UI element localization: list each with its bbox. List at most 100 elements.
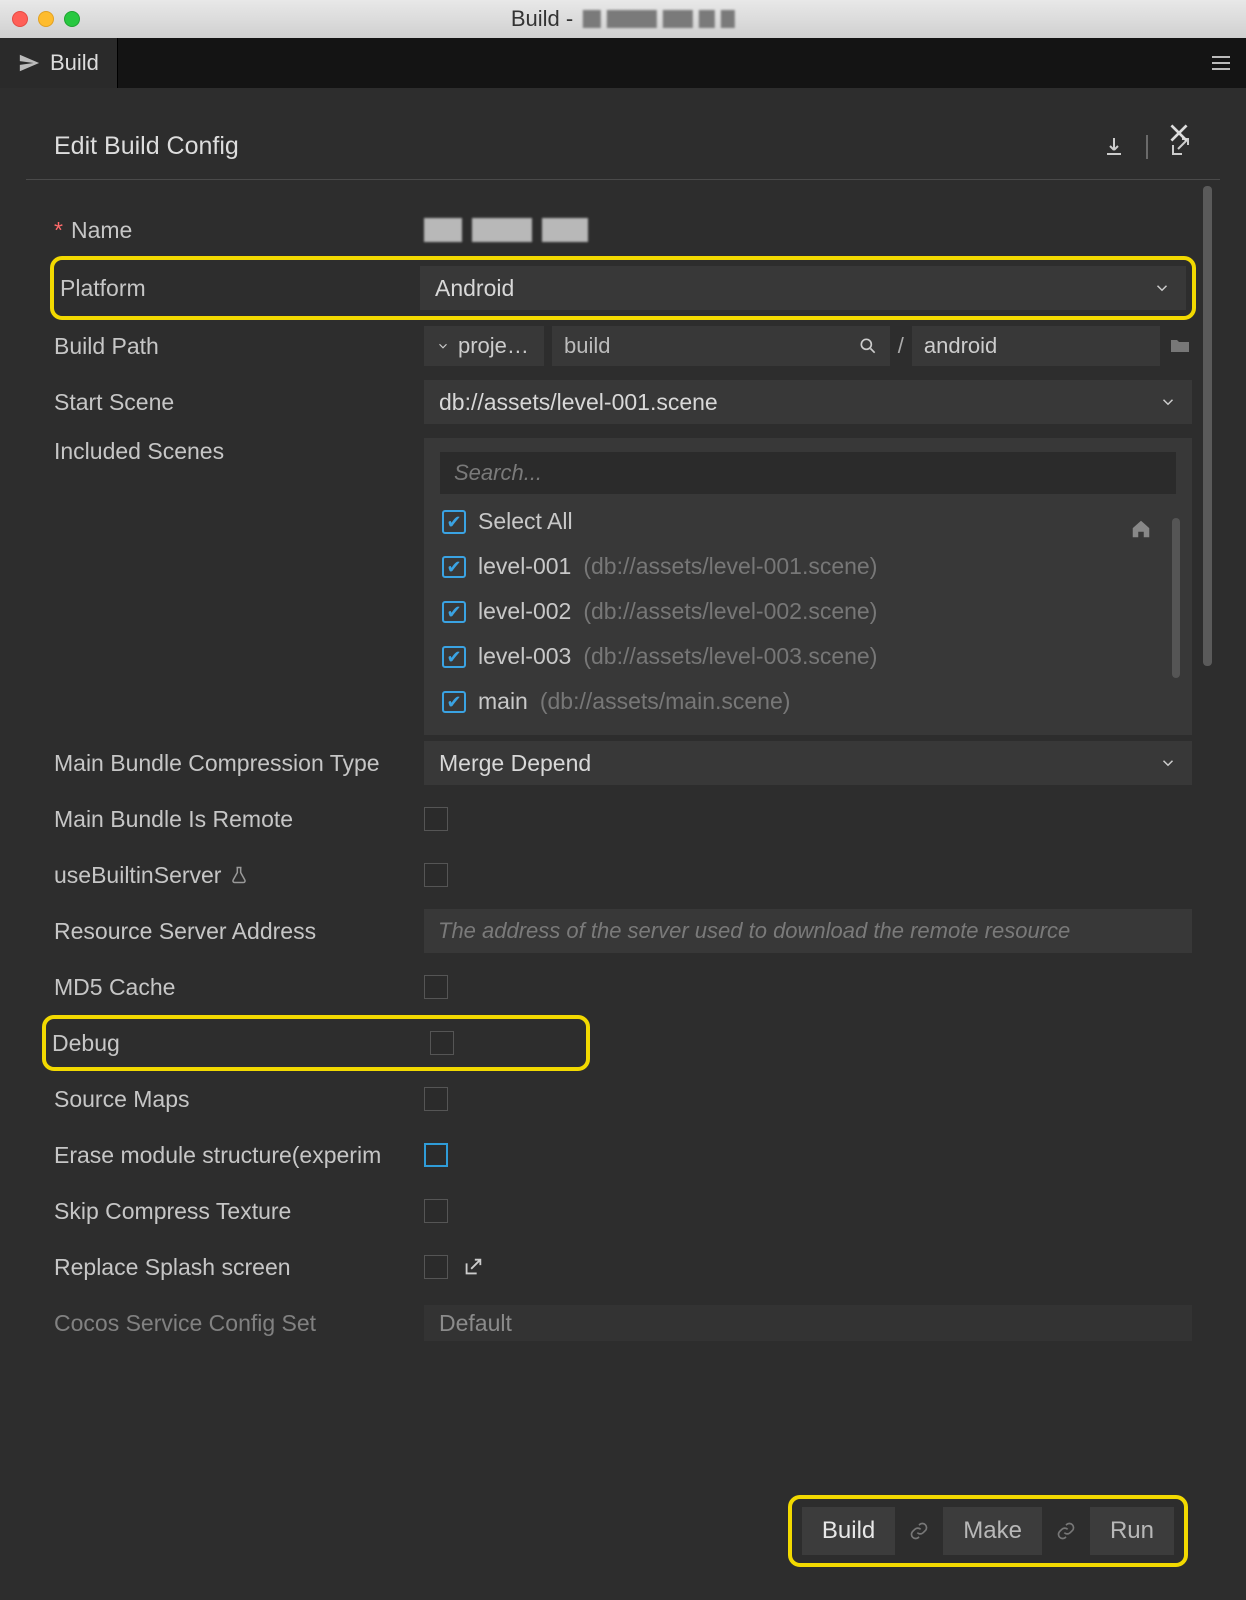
label-remote: Main Bundle Is Remote [54,806,424,833]
checkbox-skipcompress[interactable] [424,1199,448,1223]
start-scene-select[interactable]: db://assets/level-001.scene [424,380,1192,424]
row-erase: Erase module structure(experim [54,1127,1192,1183]
build-path-suffix[interactable]: android [912,326,1160,366]
resaddr-placeholder: The address of the server used to downlo… [438,918,1070,944]
compression-select[interactable]: Merge Depend [424,741,1192,785]
label-builtin-text: useBuiltinServer [54,862,221,889]
window-zoom-button[interactable] [64,11,80,27]
name-value [424,218,1192,242]
row-start-scene: Start Scene db://assets/level-001.scene [54,374,1192,430]
scene-item[interactable]: ✔ level-003 (db://assets/level-003.scene… [440,639,1176,674]
chevron-down-icon [1159,393,1177,411]
label-name: * Name [54,217,424,244]
scene-item[interactable]: ✔ level-002 (db://assets/level-002.scene… [440,594,1176,629]
row-platform-highlight: Platform Android [54,260,1192,316]
label-resaddr: Resource Server Address [54,918,424,945]
edit-splash-button[interactable] [462,1256,484,1278]
row-resaddr: Resource Server Address The address of t… [54,903,1192,959]
window-title: Build - [511,6,735,32]
build-button-label: Build [822,1517,875,1544]
beaker-icon [229,865,249,885]
row-sourcemaps: Source Maps [54,1071,1192,1127]
cocos-value: Default [439,1310,512,1337]
window-close-button[interactable] [12,11,28,27]
window-title-text: Build - [511,6,573,32]
import-icon[interactable] [1102,135,1126,159]
row-debug-highlight: Debug [46,1019,586,1067]
menu-button[interactable] [1196,38,1246,88]
scrollbar-thumb[interactable] [1203,186,1212,666]
checkbox-erase[interactable] [424,1143,448,1167]
hamburger-icon [1209,51,1233,75]
link-icon[interactable] [909,1521,929,1541]
checkbox-md5[interactable] [424,975,448,999]
tab-bar: Build [0,38,1246,88]
tab-build[interactable]: Build [0,38,118,88]
cocos-select[interactable]: Default [424,1305,1192,1341]
row-name: * Name [54,202,1192,258]
platform-select[interactable]: Android [420,266,1186,310]
checkbox-scene[interactable]: ✔ [442,556,466,578]
run-button-label: Run [1110,1517,1154,1544]
scene-path: (db://assets/level-003.scene) [583,643,877,670]
link-icon[interactable] [1056,1521,1076,1541]
build-path-root-text: proje… [458,333,529,359]
build-path-input-text: build [564,333,610,359]
scene-path: (db://assets/main.scene) [540,688,791,715]
checkbox-splash[interactable] [424,1255,448,1279]
platform-select-value: Android [435,275,514,302]
make-button[interactable]: Make [943,1507,1042,1555]
window-traffic-lights [12,11,80,27]
chevron-down-icon [436,339,450,353]
label-md5: MD5 Cache [54,974,424,1001]
checkbox-builtin[interactable] [424,863,448,887]
scene-name: level-001 [478,553,571,580]
build-path-root-select[interactable]: proje… [424,326,544,366]
row-cocos: Cocos Service Config Set Default [54,1295,1192,1351]
label-splash: Replace Splash screen [54,1254,424,1281]
row-platform: Platform Android [60,266,1186,310]
home-icon[interactable] [1130,518,1152,540]
checkbox-debug[interactable] [430,1031,454,1055]
scene-select-all[interactable]: ✔ Select All [440,504,1176,539]
scene-search-input[interactable]: Search... [440,452,1176,494]
row-build-path: Build Path proje… build / andro [54,318,1192,374]
panel-header: Edit Build Config [26,110,1220,180]
window-minimize-button[interactable] [38,11,54,27]
browse-folder-button[interactable] [1168,334,1192,358]
compression-value: Merge Depend [439,750,591,777]
label-included-scenes: Included Scenes [54,438,424,465]
paper-plane-icon [18,52,40,74]
close-icon [1166,120,1192,146]
resaddr-input[interactable]: The address of the server used to downlo… [424,909,1192,953]
row-skipcompress: Skip Compress Texture [54,1183,1192,1239]
checkbox-remote[interactable] [424,807,448,831]
label-sourcemaps: Source Maps [54,1086,424,1113]
scene-name: main [478,688,528,715]
open-external-icon [462,1256,484,1278]
panel-close-button[interactable] [1166,120,1192,146]
checkbox-select-all[interactable]: ✔ [442,510,466,534]
name-redacted [424,218,588,242]
label-skipcompress: Skip Compress Texture [54,1198,424,1225]
row-splash: Replace Splash screen [54,1239,1192,1295]
scenes-scrollbar[interactable] [1172,518,1180,678]
scene-item[interactable]: ✔ level-001 (db://assets/level-001.scene… [440,549,1176,584]
row-debug: Debug [52,1019,580,1067]
path-slash: / [898,333,904,359]
tab-build-label: Build [50,50,99,76]
search-icon[interactable] [858,336,878,356]
build-path-input[interactable]: build [552,326,890,366]
checkbox-sourcemaps[interactable] [424,1087,448,1111]
label-builtin: useBuiltinServer [54,862,424,889]
scene-item[interactable]: ✔ main (db://assets/main.scene) [440,684,1176,719]
workspace: Edit Build Config * Name [0,88,1246,1600]
checkbox-scene[interactable]: ✔ [442,601,466,623]
window-titlebar: Build - [0,0,1246,38]
checkbox-scene[interactable]: ✔ [442,691,466,713]
run-button[interactable]: Run [1090,1507,1174,1555]
checkbox-scene[interactable]: ✔ [442,646,466,668]
scene-search-placeholder: Search... [454,460,542,486]
label-debug: Debug [52,1030,430,1057]
build-button[interactable]: Build [802,1507,895,1555]
